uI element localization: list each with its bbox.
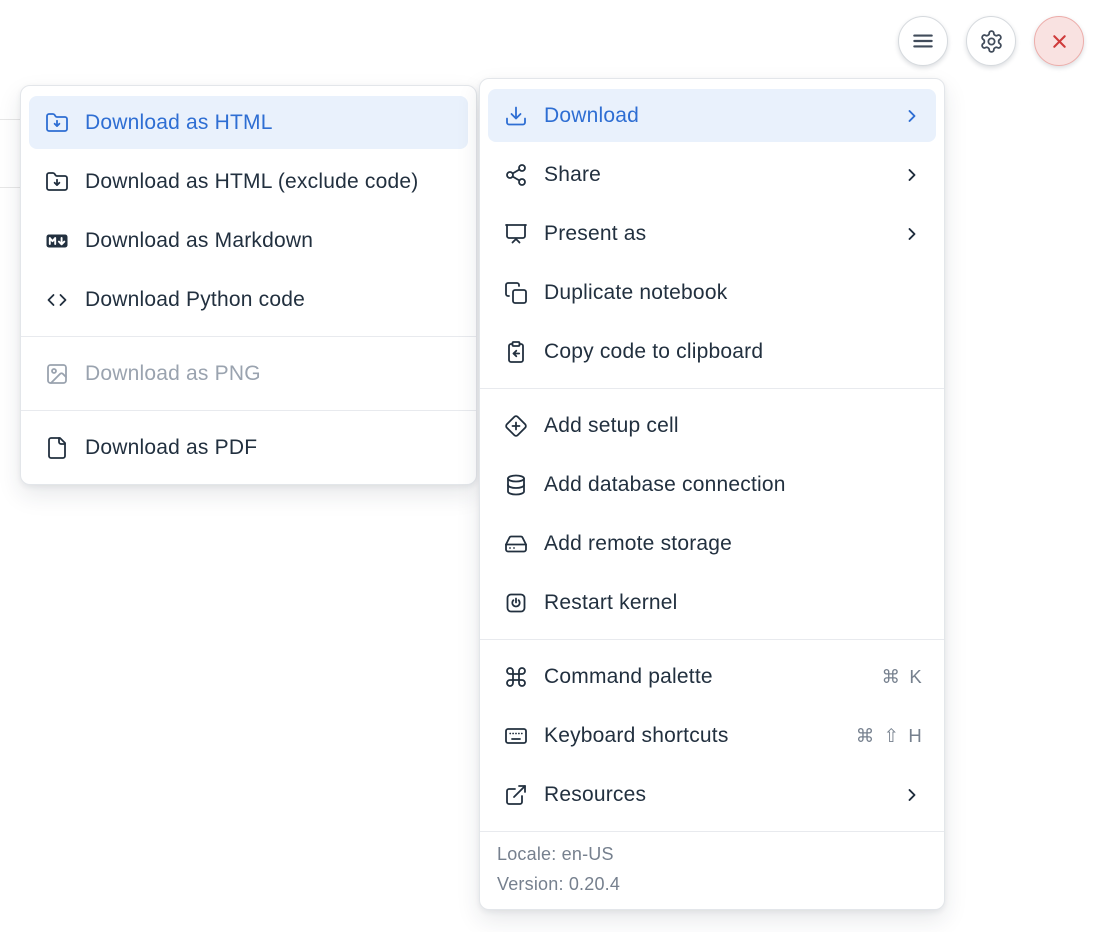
database-icon [504, 473, 528, 497]
locale-text: Locale: en-US [497, 844, 927, 865]
menu-item-label: Download as PDF [85, 436, 454, 460]
shortcut-key: H [908, 725, 922, 747]
menu-group: Add setup cell Add database connection Add… [480, 399, 944, 629]
menu-item-download[interactable]: Download [488, 89, 936, 142]
background-cell-border [0, 119, 21, 120]
external-link-icon [504, 783, 528, 807]
menu-group: Download Share Present as Duplicate noteboo… [480, 89, 944, 378]
menu-footer: Locale: en-US Version: 0.20.4 [480, 831, 944, 909]
menu-item-label: Download [544, 104, 886, 128]
menu-item-label: Restart kernel [544, 591, 922, 615]
menu-item-copy-code-to-clipboard[interactable]: Copy code to clipboard [488, 325, 936, 378]
menu-item-label: Download as HTML [85, 111, 454, 135]
menu-group: Command palette⌘KKeyboard shortcuts⌘⇧HRe… [480, 650, 944, 821]
menu-item-add-setup-cell[interactable]: Add setup cell [488, 399, 936, 452]
code-icon [45, 288, 69, 312]
version-text: Version: 0.20.4 [497, 874, 927, 895]
menu-item-resources[interactable]: Resources [488, 768, 936, 821]
menu-item-label: Resources [544, 783, 886, 807]
menu-item-label: Download Python code [85, 288, 454, 312]
menu-item-label: Present as [544, 222, 886, 246]
menu-separator [21, 410, 476, 411]
download-submenu: Download as HTML Download as HTML (exclud… [20, 85, 477, 485]
folder-down-icon [45, 111, 69, 135]
menu-item-share[interactable]: Share [488, 148, 936, 201]
shortcut-hint: ⌘ ⇧ H [856, 725, 922, 747]
menu-group: Download as HTML Download as HTML (exclud… [21, 96, 476, 326]
menu-separator [480, 639, 944, 640]
menu-item-label: Copy code to clipboard [544, 340, 922, 364]
file-icon [45, 436, 69, 460]
gear-icon [979, 29, 1004, 54]
menu-item-label: Download as Markdown [85, 229, 454, 253]
hard-drive-icon [504, 532, 528, 556]
menu-item-download-as-markdown[interactable]: Download as Markdown [29, 214, 468, 267]
clipboard-arrow-icon [504, 340, 528, 364]
folder-down-icon [45, 170, 69, 194]
close-icon [1047, 29, 1072, 54]
image-icon [45, 362, 69, 386]
shortcut-key: K [909, 666, 922, 688]
copy-icon [504, 281, 528, 305]
menu-separator [21, 336, 476, 337]
menu-item-label: Download as HTML (exclude code) [85, 170, 454, 194]
close-app-button[interactable] [1034, 16, 1084, 66]
presentation-icon [504, 222, 528, 246]
settings-button[interactable] [966, 16, 1016, 66]
menu-item-download-as-html-exclude-code[interactable]: Download as HTML (exclude code) [29, 155, 468, 208]
shortcut-key: ⇧ [884, 725, 900, 747]
menu-item-label: Command palette [544, 665, 866, 689]
chevron-right-icon [902, 106, 922, 126]
menu-item-restart-kernel[interactable]: Restart kernel [488, 576, 936, 629]
shortcut-key: ⌘ [856, 725, 875, 747]
keyboard-icon [504, 724, 528, 748]
menu-item-download-as-png: Download as PNG [29, 347, 468, 400]
chevron-right-icon [902, 165, 922, 185]
menu-item-download-as-html[interactable]: Download as HTML [29, 96, 468, 149]
chevron-right-icon [902, 224, 922, 244]
menu-item-label: Add database connection [544, 473, 922, 497]
menu-item-download-as-pdf[interactable]: Download as PDF [29, 421, 468, 474]
menu-item-add-database-connection[interactable]: Add database connection [488, 458, 936, 511]
download-icon [504, 104, 528, 128]
menu-item-command-palette[interactable]: Command palette⌘K [488, 650, 936, 703]
menu-item-label: Add remote storage [544, 532, 922, 556]
markdown-download-icon [45, 229, 69, 253]
shortcut-key: ⌘ [882, 666, 901, 688]
diamond-plus-icon [504, 414, 528, 438]
menu-item-label: Duplicate notebook [544, 281, 922, 305]
menu-separator [480, 388, 944, 389]
menu-item-label: Add setup cell [544, 414, 922, 438]
menu-icon [910, 28, 936, 54]
share-icon [504, 163, 528, 187]
command-icon [504, 665, 528, 689]
power-square-icon [504, 591, 528, 615]
notebook-actions-menu: Download Share Present as Duplicate noteboo… [479, 78, 945, 910]
menu-group: Download as PNG [21, 347, 476, 400]
chevron-right-icon [902, 785, 922, 805]
menu-group: Download as PDF [21, 421, 476, 474]
menu-item-label: Download as PNG [85, 362, 454, 386]
notebook-menu-button[interactable] [898, 16, 948, 66]
menu-item-label: Keyboard shortcuts [544, 724, 840, 748]
menu-item-keyboard-shortcuts[interactable]: Keyboard shortcuts ⌘ ⇧ H [488, 709, 936, 762]
menu-item-add-remote-storage[interactable]: Add remote storage [488, 517, 936, 570]
menu-item-label: Share [544, 163, 886, 187]
background-cell-border [0, 187, 21, 188]
menu-item-duplicate-notebook[interactable]: Duplicate notebook [488, 266, 936, 319]
menu-item-download-python-code[interactable]: Download Python code [29, 273, 468, 326]
shortcut-hint: ⌘K [882, 666, 922, 688]
menu-item-present-as[interactable]: Present as [488, 207, 936, 260]
